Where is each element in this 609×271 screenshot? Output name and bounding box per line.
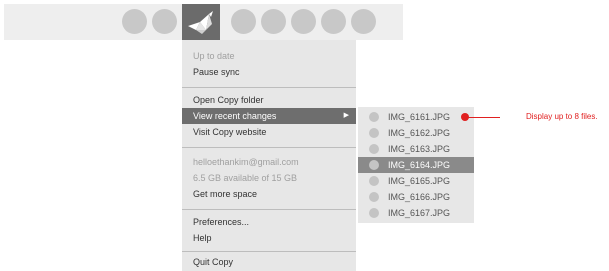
file-name: IMG_6163.JPG [388,144,451,154]
submenu-arrow-icon: ▶ [343,112,349,119]
file-name: IMG_6164.JPG [388,160,451,170]
tray-icon[interactable] [122,9,147,34]
recent-file-item[interactable]: IMG_6164.JPG [358,157,474,173]
tray-icon[interactable] [152,9,177,34]
menu-separator [182,147,356,148]
recent-changes-submenu: IMG_6161.JPG IMG_6162.JPG IMG_6163.JPG I… [358,107,474,223]
recent-file-item[interactable]: IMG_6162.JPG [358,125,474,141]
menu-item-view-recent-changes[interactable]: View recent changes ▶ [182,108,356,124]
paper-crane-icon [188,11,213,34]
file-thumbnail-icon [369,144,379,154]
file-thumbnail-icon [369,192,379,202]
menu-item-status: Up to date [193,51,235,61]
menu-item-preferences[interactable]: Preferences... [182,214,356,230]
recent-file-item[interactable]: IMG_6167.JPG [358,205,474,221]
menu-item-visit-website[interactable]: Visit Copy website [182,124,356,140]
menu-item-get-more-space[interactable]: Get more space [182,186,356,202]
annotation-dot [461,113,469,121]
file-name: IMG_6162.JPG [388,128,451,138]
tray-icon[interactable] [231,9,256,34]
menu-item-label: View recent changes [193,111,277,121]
file-thumbnail-icon [369,208,379,218]
file-thumbnail-icon [369,176,379,186]
file-thumbnail-icon [369,112,379,122]
copy-dropdown-menu: Up to date Pause sync Open Copy folder V… [182,40,356,271]
tray-icon[interactable] [321,9,346,34]
file-thumbnail-icon [369,160,379,170]
recent-file-item[interactable]: IMG_6163.JPG [358,141,474,157]
recent-file-item[interactable]: IMG_6166.JPG [358,189,474,205]
menu-item-help[interactable]: Help [182,230,356,246]
copy-app-menu-button[interactable] [182,4,220,40]
menu-item-account-email: helloethankim@gmail.com [193,157,299,167]
menu-item-quit[interactable]: Quit Copy [182,254,356,270]
file-name: IMG_6161.JPG [388,112,451,122]
file-thumbnail-icon [369,128,379,138]
annotation-text: Display up to 8 files. [526,112,598,121]
file-name: IMG_6167.JPG [388,208,451,218]
tray-icon[interactable] [351,9,376,34]
menu-separator [182,251,356,252]
file-name: IMG_6166.JPG [388,192,451,202]
menu-separator [182,209,356,210]
tray-icon[interactable] [291,9,316,34]
recent-file-item[interactable]: IMG_6161.JPG [358,109,474,125]
annotation-line [466,117,500,118]
tray-icon[interactable] [261,9,286,34]
file-name: IMG_6165.JPG [388,176,451,186]
menu-separator [182,87,356,88]
menu-item-pause-sync[interactable]: Pause sync [182,64,356,80]
menu-item-storage: 6.5 GB available of 15 GB [193,173,298,183]
menu-item-open-folder[interactable]: Open Copy folder [182,92,356,108]
recent-file-item[interactable]: IMG_6165.JPG [358,173,474,189]
